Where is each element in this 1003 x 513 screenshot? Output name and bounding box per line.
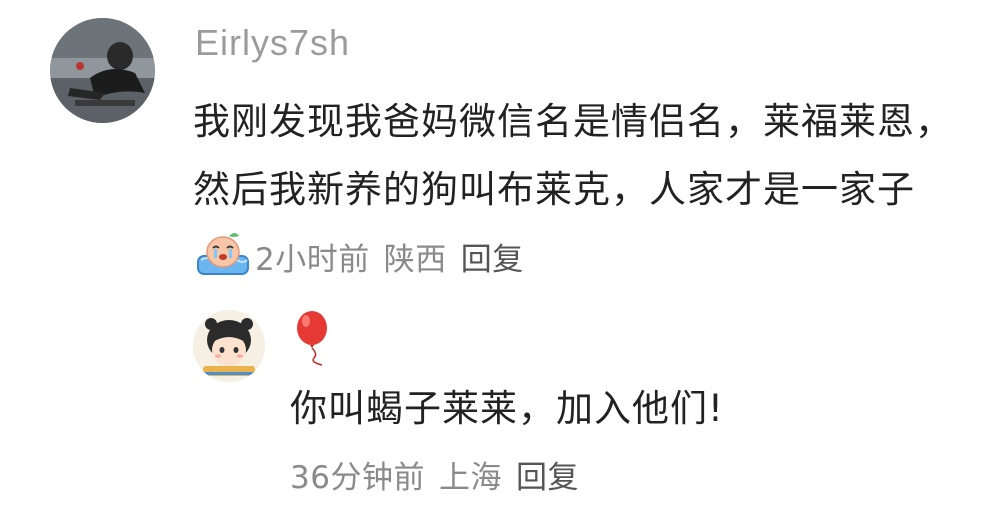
reply-location: 上海: [438, 460, 502, 496]
comment-meta: 2小时前 陕西 回复: [255, 242, 524, 278]
comment-location: 陕西: [383, 242, 447, 278]
balloon-icon: [292, 310, 336, 366]
crying-emoji-icon: [195, 230, 251, 276]
reply-button[interactable]: 回复: [461, 242, 524, 278]
comment-time: 2小时前: [255, 242, 370, 278]
reply-reply-button[interactable]: 回复: [516, 460, 579, 496]
comment-body: 我刚发现我爸妈微信名是情侣名，莱福莱恩，然后我新养的狗叫布莱克，人家才是一家子 …: [193, 88, 963, 294]
comment-thread: Eirlys7sh 我刚发现我爸妈微信名是情侣名，莱福莱恩，然后我新养的狗叫布莱…: [0, 0, 1003, 513]
reply-avatar[interactable]: [193, 310, 265, 382]
reply-meta: 36分钟前 上海 回复: [290, 452, 579, 497]
username[interactable]: Eirlys7sh: [195, 22, 350, 64]
comment-text: 我刚发现我爸妈微信名是情侣名，莱福莱恩，然后我新养的狗叫布莱克，人家才是一家子: [193, 100, 953, 211]
reply-time: 36分钟前: [290, 460, 425, 496]
avatar[interactable]: [50, 18, 155, 123]
reply-text: 你叫蝎子莱莱，加入他们!: [290, 387, 724, 430]
